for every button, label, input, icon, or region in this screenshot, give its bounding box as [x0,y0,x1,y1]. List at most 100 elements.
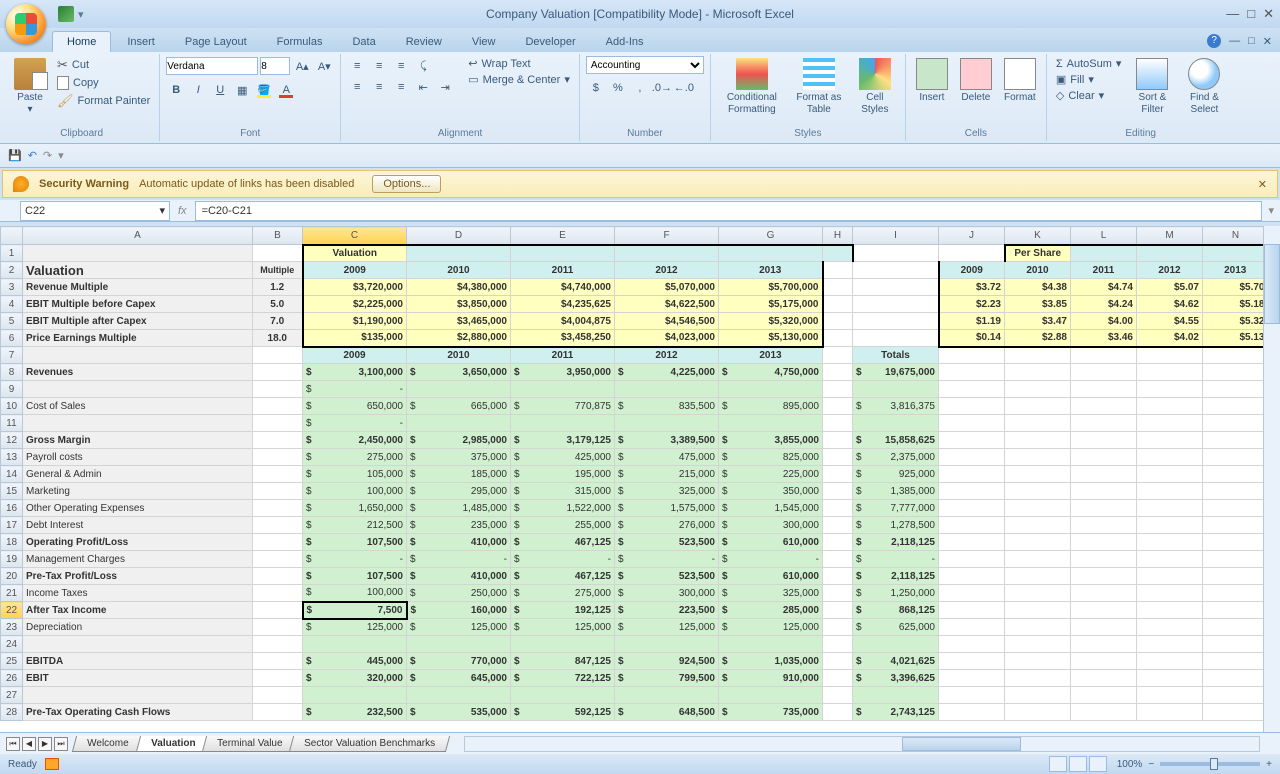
cut-button[interactable]: ✂Cut [54,56,153,74]
find-select-button[interactable]: Find & Select [1180,56,1228,118]
cell-F9[interactable] [615,381,719,398]
merge-center-button[interactable]: ▭Merge & Center▾ [465,72,573,87]
cell-C22[interactable]: $7,500 [303,602,407,619]
font-name-input[interactable] [166,57,258,75]
close-button[interactable]: ✕ [1263,6,1274,22]
col-header-M[interactable]: M [1137,227,1203,245]
vertical-scrollbar[interactable] [1263,226,1280,732]
ribbon-restore-icon[interactable]: □ [1248,35,1255,47]
cell-C24[interactable] [303,636,407,653]
qat-dropdown-icon[interactable]: ▾ [78,8,84,21]
security-options-button[interactable]: Options... [372,175,441,193]
cell-E16[interactable]: $1,522,000 [511,500,615,517]
redo-icon[interactable]: ↷ [43,149,52,162]
row-header-14[interactable]: 14 [1,466,23,483]
cell-C17[interactable]: $212,500 [303,517,407,534]
cell-C21[interactable]: $100,000 [303,585,407,602]
cell-C10[interactable]: $650,000 [303,398,407,415]
cell-G9[interactable] [719,381,823,398]
cell-F21[interactable]: $300,000 [615,585,719,602]
sheet-tab-valuation[interactable]: Valuation [135,736,210,752]
autosum-button[interactable]: ΣAutoSum▾ [1053,56,1125,71]
format-painter-button[interactable]: 🖌Format Painter [54,92,153,110]
row-header-12[interactable]: 12 [1,432,23,449]
row-header-3[interactable]: 3 [1,279,23,296]
increase-indent-button[interactable]: ⇥ [435,77,455,97]
cell-D24[interactable] [407,636,511,653]
row-header-19[interactable]: 19 [1,551,23,568]
cell-C15[interactable]: $100,000 [303,483,407,500]
cell-D10[interactable]: $665,000 [407,398,511,415]
row-header-24[interactable]: 24 [1,636,23,653]
align-middle-button[interactable]: ≡ [369,56,389,76]
cell-E23[interactable]: $125,000 [511,619,615,636]
currency-button[interactable]: $ [586,78,606,98]
sheet-nav-prev[interactable]: ◀ [22,737,36,751]
cell-D19[interactable]: $- [407,551,511,568]
row-header-5[interactable]: 5 [1,313,23,330]
cell-C14[interactable]: $105,000 [303,466,407,483]
cell-D15[interactable]: $295,000 [407,483,511,500]
cell-C18[interactable]: $107,500 [303,534,407,551]
cell-E21[interactable]: $275,000 [511,585,615,602]
cell-F20[interactable]: $523,500 [615,568,719,585]
cell-F11[interactable] [615,415,719,432]
cell-D23[interactable]: $125,000 [407,619,511,636]
cell-D26[interactable]: $645,000 [407,670,511,687]
spreadsheet-grid[interactable]: ABCDEFGHIJKLMN1ValuationPer Share2Valuat… [0,226,1280,732]
cell-E18[interactable]: $467,125 [511,534,615,551]
row-header-15[interactable]: 15 [1,483,23,500]
tab-home[interactable]: Home [52,31,111,52]
cell-F15[interactable]: $325,000 [615,483,719,500]
cell-E14[interactable]: $195,000 [511,466,615,483]
copy-button[interactable]: Copy [54,75,153,91]
row-header-28[interactable]: 28 [1,704,23,721]
conditional-formatting-button[interactable]: Conditional Formatting [717,56,787,118]
cell-C8[interactable]: $3,100,000 [303,364,407,381]
italic-button[interactable]: I [188,80,208,100]
cell-E13[interactable]: $425,000 [511,449,615,466]
cell-C26[interactable]: $320,000 [303,670,407,687]
cell-D28[interactable]: $535,000 [407,704,511,721]
row-header-10[interactable]: 10 [1,398,23,415]
col-header-N[interactable]: N [1203,227,1269,245]
office-button[interactable] [6,4,46,44]
cell-G15[interactable]: $350,000 [719,483,823,500]
cell-F23[interactable]: $125,000 [615,619,719,636]
cell-G19[interactable]: $- [719,551,823,568]
undo-icon[interactable]: ↶ [28,149,37,162]
cell-E11[interactable] [511,415,615,432]
cell-F12[interactable]: $3,389,500 [615,432,719,449]
align-right-button[interactable]: ≡ [391,77,411,97]
row-header-7[interactable]: 7 [1,347,23,364]
cell-G20[interactable]: $610,000 [719,568,823,585]
col-header-I[interactable]: I [853,227,939,245]
cell-F16[interactable]: $1,575,000 [615,500,719,517]
col-header-E[interactable]: E [511,227,615,245]
cell-C13[interactable]: $275,000 [303,449,407,466]
maximize-button[interactable]: □ [1247,6,1255,22]
cell-C16[interactable]: $1,650,000 [303,500,407,517]
macro-record-icon[interactable] [45,758,59,770]
cell-G12[interactable]: $3,855,000 [719,432,823,449]
zoom-in-button[interactable]: + [1266,759,1272,770]
zoom-slider[interactable] [1160,762,1260,766]
fill-color-button[interactable]: 🪣 [254,80,274,100]
formula-expand-icon[interactable]: ▾ [1262,204,1280,217]
cell-G16[interactable]: $1,545,000 [719,500,823,517]
format-as-table-button[interactable]: Format as Table [791,56,847,118]
row-header-6[interactable]: 6 [1,330,23,347]
row-header-22[interactable]: 22 [1,602,23,619]
minimize-button[interactable]: — [1226,6,1239,22]
row-header-21[interactable]: 21 [1,585,23,602]
row-header-4[interactable]: 4 [1,296,23,313]
cell-G24[interactable] [719,636,823,653]
cell-G17[interactable]: $300,000 [719,517,823,534]
cell-D20[interactable]: $410,000 [407,568,511,585]
cell-F25[interactable]: $924,500 [615,653,719,670]
cell-F13[interactable]: $475,000 [615,449,719,466]
cell-E24[interactable] [511,636,615,653]
cell-C23[interactable]: $125,000 [303,619,407,636]
comma-button[interactable]: , [630,78,650,98]
cell-F10[interactable]: $835,500 [615,398,719,415]
